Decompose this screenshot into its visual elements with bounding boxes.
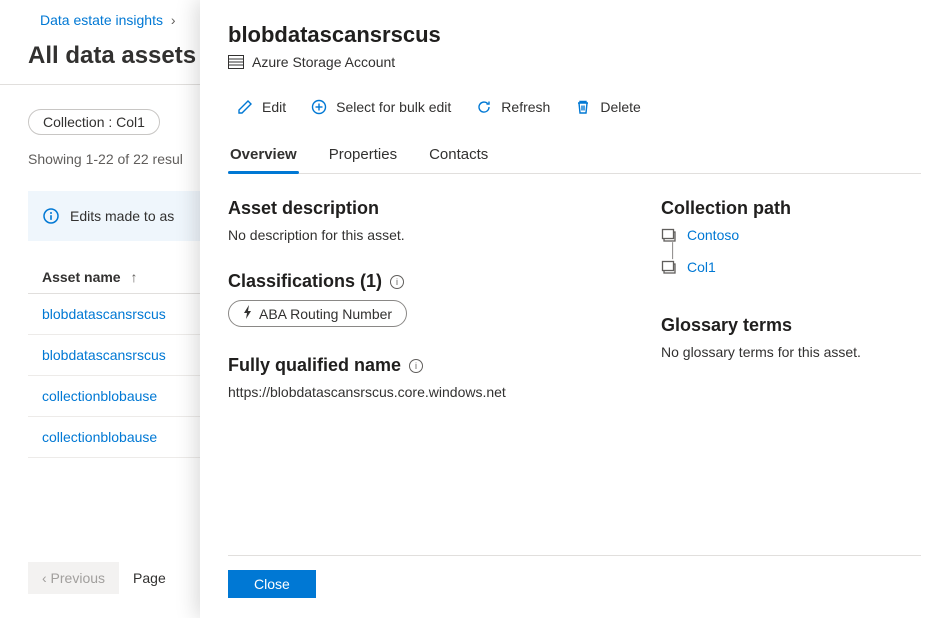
asset-description-text: No description for this asset. [228,227,621,243]
storage-account-icon [228,55,244,69]
asset-type: Azure Storage Account [228,54,921,70]
path-connector: │ [669,245,921,259]
refresh-icon [475,98,493,116]
pagination: ‹ Previous Page [28,562,166,594]
lightning-icon [243,305,253,322]
panel-footer: Close [228,555,921,598]
collection-path-item: Contoso [661,227,921,243]
collection-icon [661,259,677,275]
collection-path-heading: Collection path [661,198,921,219]
tabs: Overview Properties Contacts [228,140,921,174]
refresh-button[interactable]: Refresh [467,94,558,120]
collection-path: Contoso │ Col1 [661,227,921,275]
fqn-heading: Fully qualified name i [228,355,621,376]
asset-detail-panel: blobdatascansrscus Azure Storage Account… [200,0,949,618]
panel-body: Asset description No description for thi… [228,198,921,545]
tab-properties[interactable]: Properties [327,140,399,173]
tab-overview[interactable]: Overview [228,140,299,173]
edit-icon [236,98,254,116]
sort-ascending-icon: ↑ [130,269,137,285]
delete-button[interactable]: Delete [566,94,648,120]
asset-description-heading: Asset description [228,198,621,219]
panel-title: blobdatascansrscus [228,22,921,48]
collection-icon [661,227,677,243]
collection-link-contoso[interactable]: Contoso [687,227,739,243]
info-icon[interactable]: i [409,359,423,373]
asset-type-label: Azure Storage Account [252,54,395,70]
info-banner-text: Edits made to as [70,208,174,224]
info-icon[interactable]: i [390,275,404,289]
collection-link-col1[interactable]: Col1 [687,259,716,275]
close-button[interactable]: Close [228,570,316,598]
add-circle-icon [310,98,328,116]
tab-contacts[interactable]: Contacts [427,140,490,173]
action-bar: Edit Select for bulk edit Refresh Delete [228,94,921,120]
collection-path-item: Col1 [661,259,921,275]
glossary-heading: Glossary terms [661,315,921,336]
glossary-text: No glossary terms for this asset. [661,344,921,360]
info-icon [42,207,60,225]
page-label: Page [133,570,166,586]
delete-icon [574,98,592,116]
select-bulk-button[interactable]: Select for bulk edit [302,94,459,120]
classification-chip[interactable]: ABA Routing Number [228,300,407,327]
breadcrumb-root[interactable]: Data estate insights › [40,12,176,28]
chevron-right-icon: › [171,12,176,28]
fqn-value: https://blobdatascansrscus.core.windows.… [228,384,621,400]
previous-button[interactable]: ‹ Previous [28,562,119,594]
edit-button[interactable]: Edit [228,94,294,120]
classifications-heading: Classifications (1) i [228,271,621,292]
filter-pill-collection[interactable]: Collection : Col1 [28,109,160,135]
